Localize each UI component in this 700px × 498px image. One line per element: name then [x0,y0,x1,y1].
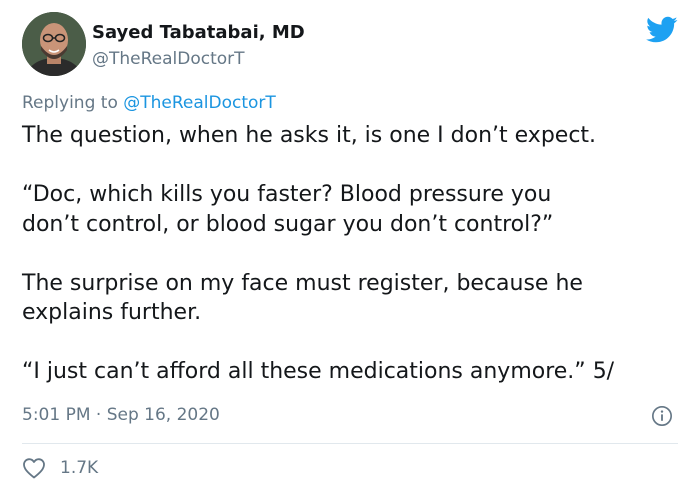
replying-to-label: Replying to [22,93,124,113]
tweet-line: The question, when he asks it, is one I … [22,123,597,148]
like-count: 1.7K [60,458,99,478]
like-button[interactable]: 1.7K [22,456,98,480]
author-name[interactable]: Sayed Tabatabai, MD [92,22,305,43]
heart-icon [23,458,45,479]
avatar[interactable] [22,12,86,76]
profile-photo-icon [22,12,86,76]
info-icon[interactable] [651,405,673,427]
tweet-line: The surprise on my face must register, b… [22,270,583,296]
tweet-date: Sep 16, 2020 [106,405,220,425]
tweet-line: “I just can’t afford all these medicatio… [22,359,615,384]
tweet-line: explains further. [22,300,202,325]
twitter-bird-icon[interactable] [646,16,678,44]
replying-to: Replying to @TheRealDoctorT [22,93,276,113]
replying-to-link[interactable]: @TheRealDoctorT [123,93,276,113]
divider [22,443,678,444]
author-handle[interactable]: @TheRealDoctorT [92,49,245,69]
tweet-text: The question, when he asks it, is one I … [22,121,692,387]
tweet-time: 5:01 PM [22,405,91,425]
timestamp-separator: · [90,405,107,425]
tweet-timestamp[interactable]: 5:01 PM · Sep 16, 2020 [22,405,220,425]
tweet-line: don’t control, or blood sugar you don’t … [22,211,554,237]
tweet-line: “Doc, which kills you faster? Blood pres… [22,182,552,207]
tweet-card: Sayed Tabatabai, MD @TheRealDoctorT Repl… [0,0,700,498]
